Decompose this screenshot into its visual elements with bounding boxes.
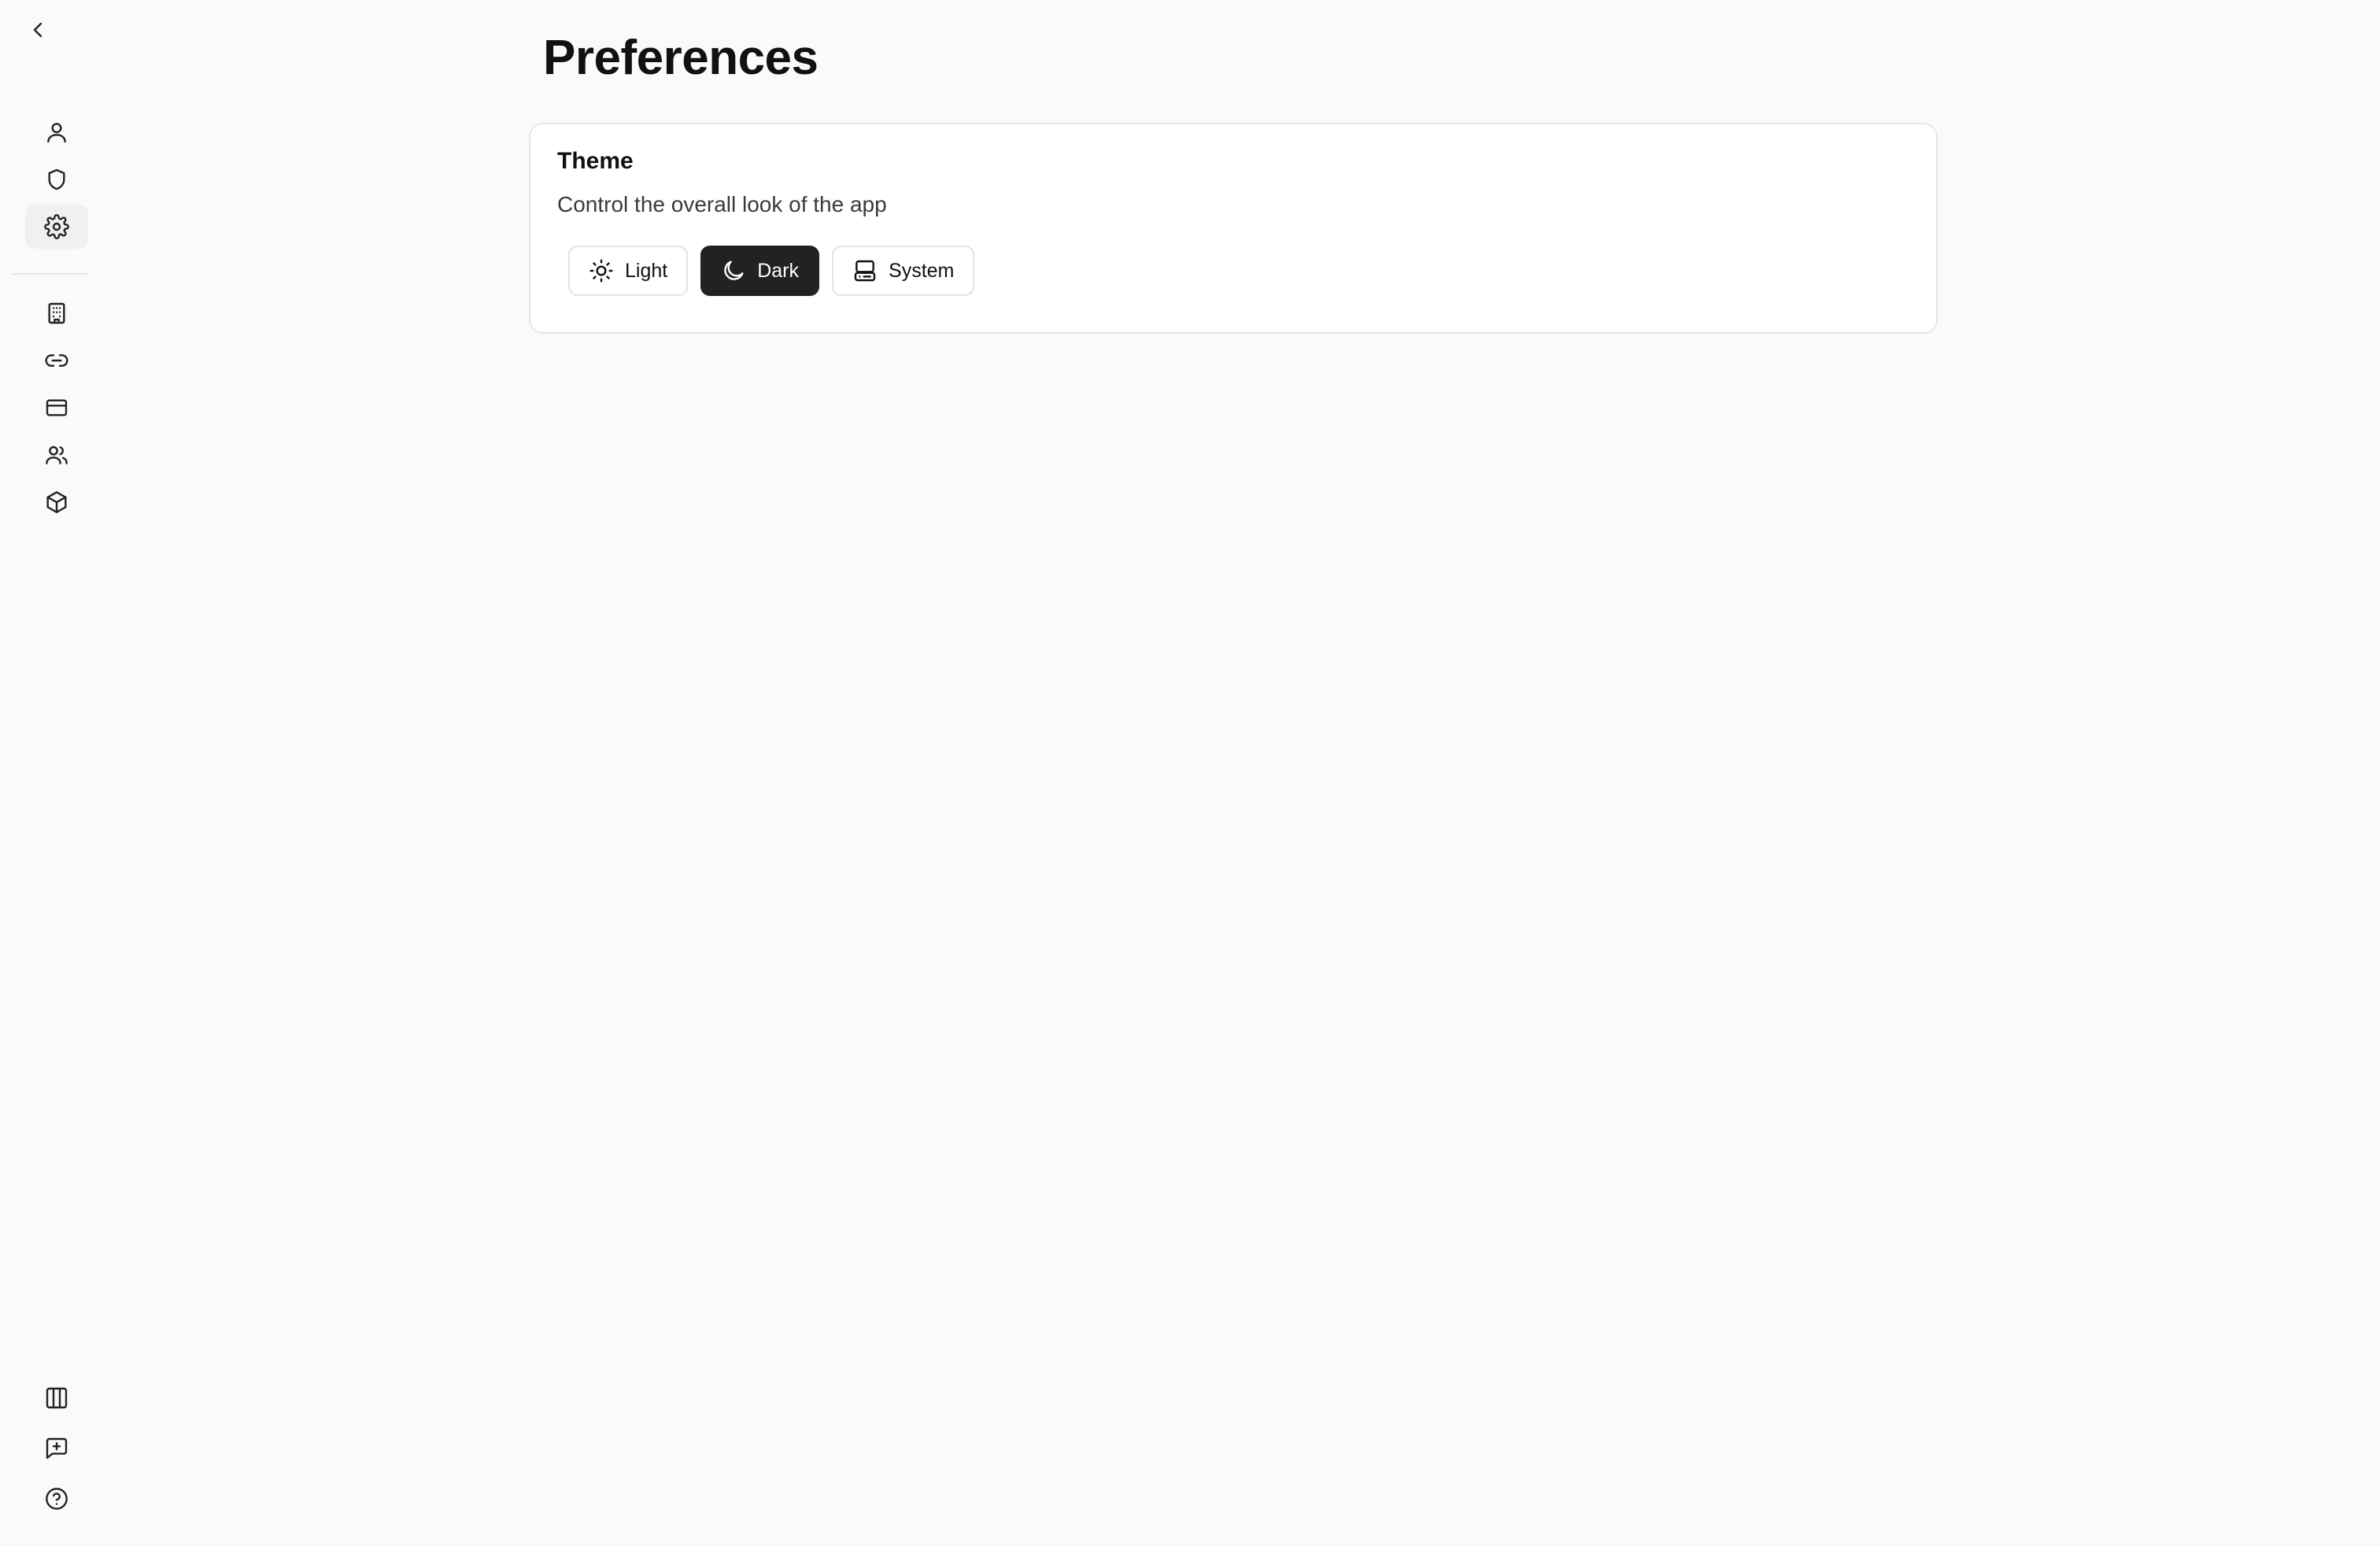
cube-icon bbox=[46, 491, 67, 513]
sidebar-item-integrations[interactable] bbox=[25, 338, 88, 383]
link-icon bbox=[45, 354, 68, 367]
sidebar bbox=[0, 0, 101, 1546]
sidebar-item-preferences[interactable] bbox=[25, 205, 88, 249]
user-icon bbox=[47, 123, 66, 143]
columns-icon bbox=[46, 1387, 68, 1409]
back-button[interactable] bbox=[20, 13, 55, 47]
theme-option-dark-label: Dark bbox=[757, 259, 800, 282]
message-plus-icon bbox=[46, 1437, 68, 1459]
shield-icon bbox=[48, 168, 65, 190]
monitor-icon bbox=[854, 260, 876, 282]
building-icon bbox=[48, 302, 65, 324]
page-title: Preferences bbox=[543, 31, 819, 85]
theme-description: Control the overall look of the app bbox=[557, 192, 887, 216]
sidebar-item-organization[interactable] bbox=[25, 291, 88, 335]
sidebar-item-billing[interactable] bbox=[25, 386, 88, 430]
sidebar-item-members[interactable] bbox=[25, 433, 88, 477]
theme-option-light-label: Light bbox=[625, 259, 668, 282]
theme-option-light[interactable]: Light bbox=[568, 246, 689, 296]
sidebar-item-feedback[interactable] bbox=[25, 1426, 88, 1470]
theme-card: Theme Control the overall look of the ap… bbox=[529, 123, 1938, 334]
moon-icon bbox=[724, 261, 744, 280]
sidebar-item-help[interactable] bbox=[25, 1477, 88, 1521]
users-icon bbox=[46, 446, 68, 464]
sidebar-item-account[interactable] bbox=[25, 110, 88, 154]
chevron-left-icon bbox=[33, 22, 42, 38]
theme-options: Light Dark System bbox=[568, 246, 975, 296]
theme-option-system[interactable]: System bbox=[832, 246, 975, 296]
sidebar-divider bbox=[13, 273, 88, 275]
theme-option-dark[interactable]: Dark bbox=[700, 246, 820, 296]
sidebar-item-layout[interactable] bbox=[25, 1376, 88, 1420]
help-circle-icon bbox=[46, 1488, 68, 1510]
theme-title: Theme bbox=[557, 148, 634, 174]
sidebar-item-packages[interactable] bbox=[25, 480, 88, 524]
theme-option-system-label: System bbox=[889, 259, 955, 282]
gear-icon bbox=[44, 214, 69, 239]
credit-card-icon bbox=[46, 399, 68, 416]
sun-icon bbox=[589, 259, 613, 283]
preferences-page: Preferences Theme Control the overall lo… bbox=[0, 0, 2380, 1546]
sidebar-item-security[interactable] bbox=[25, 157, 88, 202]
